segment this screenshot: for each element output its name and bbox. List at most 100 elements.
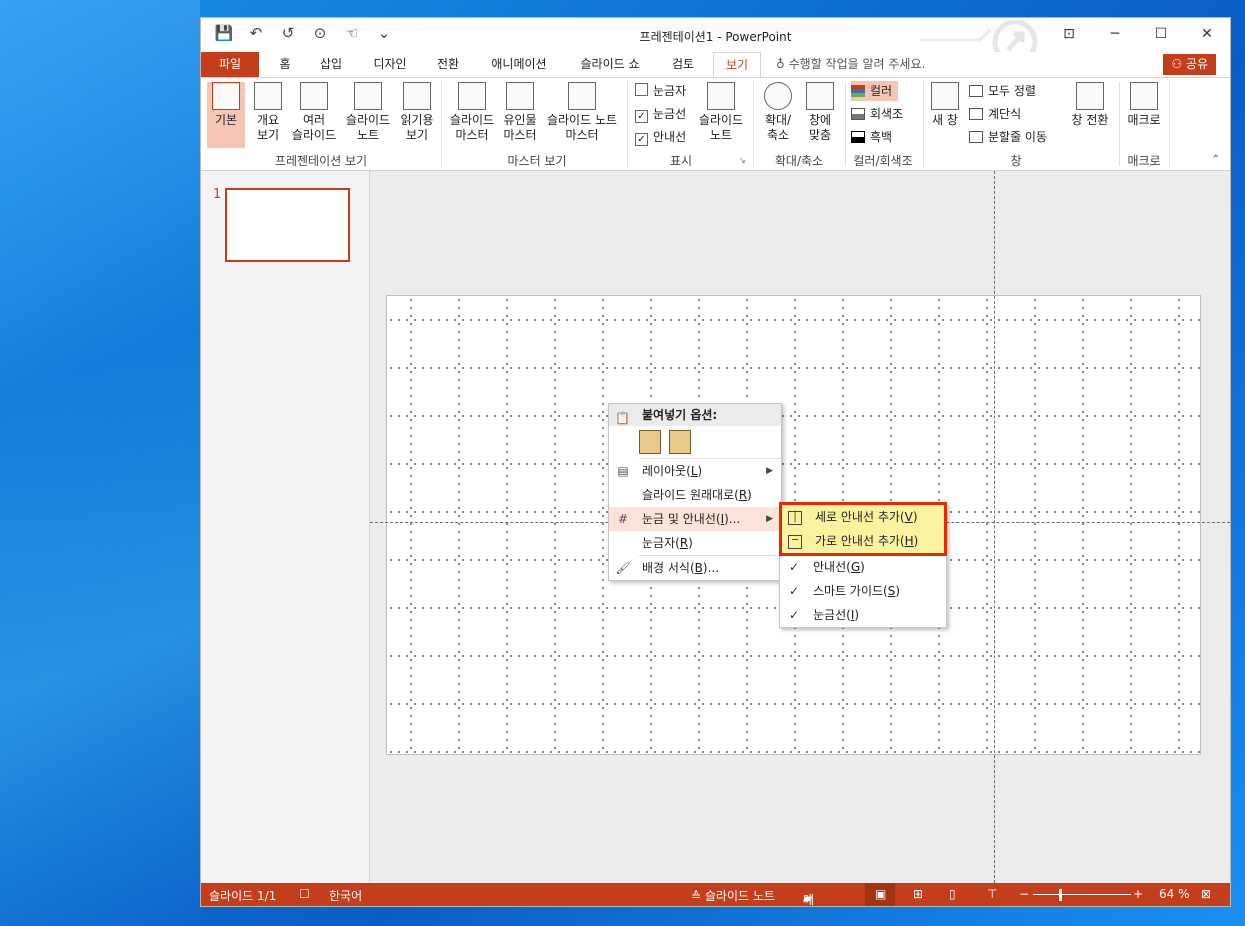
reading-view-status-icon[interactable]: ▯ [949,887,956,901]
switch-windows-button[interactable]: 창 전환 [1067,82,1113,148]
maximize-icon[interactable]: ☐ [1138,18,1184,50]
slide-sorter-status-icon[interactable]: ⊞ [913,887,923,901]
color-button[interactable]: 컬러 [851,81,899,101]
share-button[interactable]: ⚇ 공유 [1163,54,1216,75]
cascade-button[interactable]: 계단식 [969,104,1021,124]
group-separator [1119,82,1120,166]
gridlines-menu-label: 눈금선( [813,608,851,622]
checkmark-icon: ✓ [635,133,648,146]
tab-slideshow[interactable]: 슬라이드 쇼 [571,52,649,77]
guides-label: 안내선 [653,130,687,144]
menu-item-guides[interactable]: ✓ 안내선(G) [780,555,946,579]
paste-picture-icon[interactable] [669,430,691,454]
group-label-macro: 매크로 [1127,154,1161,168]
magnifier-icon [764,82,792,110]
menu-item-format-background[interactable]: 🖌 배경 서식(B)... [609,556,781,580]
tab-view[interactable]: 보기 [713,52,761,78]
menu-item-add-horizontal-guide[interactable]: ─ 가로 안내선 추가(H) [782,529,944,553]
vertical-guide[interactable] [994,171,995,883]
tab-file[interactable]: 파일 [201,52,259,77]
tell-me-box[interactable]: ♁ 수행할 작업을 알려 주세요. [776,52,925,77]
dialog-launcher-icon[interactable]: ↘ [739,156,746,165]
grid-guides-suffix: )... [724,512,741,526]
black-white-button[interactable]: 흑백 [851,127,892,147]
gridlines-checkbox[interactable]: ✓ 눈금선 [635,105,686,123]
new-window-icon [931,82,959,110]
close-icon[interactable]: ✕ [1184,18,1230,50]
menu-item-ruler[interactable]: 눈금자(R) [609,531,781,555]
guides-checkbox[interactable]: ✓ 안내선 [635,128,686,146]
move-split-button[interactable]: 분할줄 이동 [969,127,1047,147]
zoom-button[interactable]: 확대/ 축소 [757,82,799,148]
format-background-label: 배경 서식( [642,561,695,575]
paste-use-destination-icon[interactable] [639,430,661,454]
menu-item-grid-and-guides[interactable]: # 눈금 및 안내선(I)... ▶ [609,507,781,531]
reset-slide-suffix: ) [747,488,752,502]
smart-guides-suffix: ) [895,584,901,598]
tab-transitions[interactable]: 전환 [427,52,469,77]
grid-icon: # [617,512,629,526]
normal-view-button[interactable]: 기본 [207,82,245,148]
slide-thumbnail[interactable] [225,188,350,262]
new-window-button[interactable]: 새 창 [927,82,963,148]
group-label-window: 창 [1010,154,1022,168]
fit-to-window-button[interactable]: 창에 맞춤 [801,82,839,148]
notes-toggle[interactable]: ≙ 슬라이드 노트 [691,887,775,904]
arrange-all-button[interactable]: 모두 정렬 [969,81,1036,101]
vertical-guide-icon: │ [788,511,802,525]
group-separator [441,82,442,166]
group-separator [627,82,628,166]
slideshow-status-icon[interactable]: ⊤ [987,887,997,901]
ruler-checkbox[interactable]: 눈금자 [635,82,686,100]
ruler-suffix: ) [688,536,693,550]
zoom-in-icon[interactable]: + [1133,887,1143,901]
language-indicator[interactable]: 한국어 [329,887,362,904]
notes-button[interactable]: 슬라이드 노트 [695,82,747,148]
layout-label: 레이아웃( [642,464,691,478]
menu-item-add-vertical-guide[interactable]: │ 세로 안내선 추가(V) [782,505,944,529]
slide-sorter-button[interactable]: 여러 슬라이드 [289,82,339,148]
tab-review[interactable]: 검토 [663,52,703,77]
notes-page-button[interactable]: 슬라이드 노트 [341,82,395,148]
menu-item-layout[interactable]: ▤ 레이아웃(L) ▶ [609,459,781,483]
reading-view-button[interactable]: 읽기용 보기 [397,82,437,148]
tab-design[interactable]: 디자인 [365,52,415,77]
status-bar: 슬라이드 1/1 ☐ 한국어 ≙ 슬라이드 노트 ▰ 메모 ▣ ⊞ ▯ ⊤ − … [201,883,1230,907]
paint-bucket-icon: 🖌 [615,561,631,575]
fit-slide-icon[interactable]: ⊠ [1201,887,1211,901]
person-icon: ⚇ [1171,57,1186,71]
outline-view-button[interactable]: 개요 보기 [249,82,287,148]
comments-label: 메모 [803,893,815,907]
menu-item-smart-guides[interactable]: ✓ 스마트 가이드(S) [780,579,946,603]
add-horizontal-guide-suffix: ) [913,534,919,548]
slide-counter: 슬라이드 1/1 [209,889,277,903]
add-vertical-guide-label: 세로 안내선 추가( [815,510,905,524]
accessibility-icon[interactable]: ☐ [299,887,310,901]
menu-item-reset-slide[interactable]: 슬라이드 원래대로(R) [609,483,781,507]
tab-animations[interactable]: 애니메이션 [483,52,555,77]
zoom-level[interactable]: 64 % [1159,887,1190,901]
zoom-slider-track[interactable] [1033,894,1131,895]
macros-button[interactable]: 매크로 [1123,82,1165,148]
collapse-ribbon-icon[interactable]: ⌃ [1212,154,1220,165]
grid-guides-submenu: │ 세로 안내선 추가(V) ─ 가로 안내선 추가(H) ✓ 안내선(G) ✓ 스마트… [779,502,947,628]
paste-icon: 📋 [615,411,630,425]
menu-item-gridlines[interactable]: ✓ 눈금선(I) [780,603,946,627]
minimize-icon[interactable]: ─ [1092,18,1138,50]
slide-master-button[interactable]: 슬라이드 마스터 [447,82,497,148]
ribbon-display-options-icon[interactable]: ⊡ [1046,18,1092,50]
layout-suffix: ) [697,464,703,478]
handout-master-button[interactable]: 유인물 마스터 [499,82,541,148]
tab-home[interactable]: 홈 [267,52,303,77]
group-label-color: 컬러/회색조 [853,154,913,168]
layout-icon: ▤ [617,464,629,478]
tab-insert[interactable]: 삽입 [311,52,351,77]
zoom-slider-thumb[interactable] [1059,889,1062,901]
layout-accesskey: L [690,464,698,478]
paste-options-header: 📋 붙여넣기 옵션: [609,404,781,426]
outline-view-label: 개요 보기 [256,113,280,142]
desktop-background [0,0,200,926]
grayscale-button[interactable]: 회색조 [851,104,903,124]
notes-master-button[interactable]: 슬라이드 노트 마스터 [543,82,621,148]
zoom-out-icon[interactable]: − [1019,887,1029,901]
